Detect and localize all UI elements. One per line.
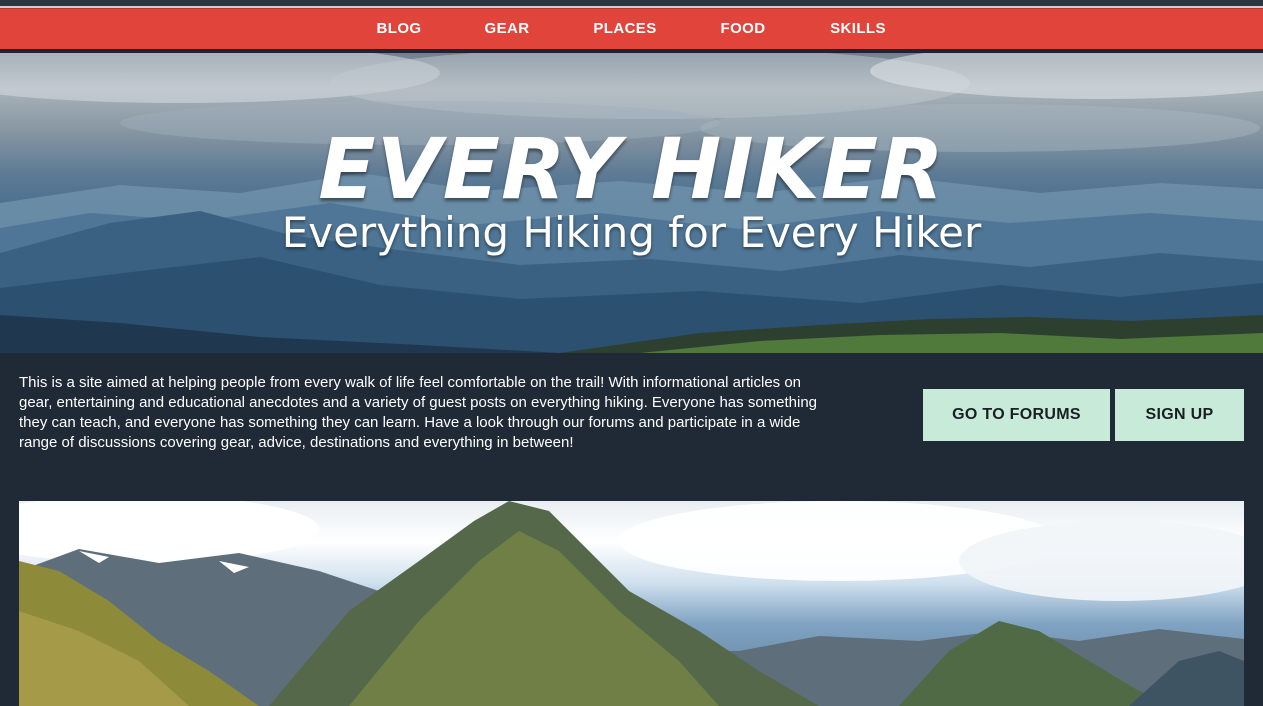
page: BLOG GEAR PLACES FOOD SKILLS EVERY HIKER… xyxy=(0,0,1263,706)
sign-up-button[interactable]: SIGN UP xyxy=(1115,389,1244,441)
mountain-photo xyxy=(19,501,1244,706)
mountain-photo-image xyxy=(19,501,1244,706)
intro-paragraph: This is a site aimed at helping people f… xyxy=(19,374,818,451)
nav-item-gear[interactable]: GEAR xyxy=(476,9,538,49)
main-nav: BLOG GEAR PLACES FOOD SKILLS xyxy=(0,8,1263,49)
site-subtitle: Everything Hiking for Every Hiker xyxy=(281,208,982,257)
nav-item-blog[interactable]: BLOG xyxy=(367,9,431,49)
go-to-forums-button[interactable]: GO TO FORUMS xyxy=(923,389,1110,441)
hero-banner: EVERY HIKER Everything Hiking for Every … xyxy=(0,53,1263,353)
site-title: EVERY HIKER xyxy=(318,120,945,218)
nav-item-food[interactable]: FOOD xyxy=(710,9,776,49)
nav-item-places[interactable]: PLACES xyxy=(584,9,666,49)
nav-item-skills[interactable]: SKILLS xyxy=(820,9,896,49)
browser-top-strip xyxy=(0,0,1263,8)
